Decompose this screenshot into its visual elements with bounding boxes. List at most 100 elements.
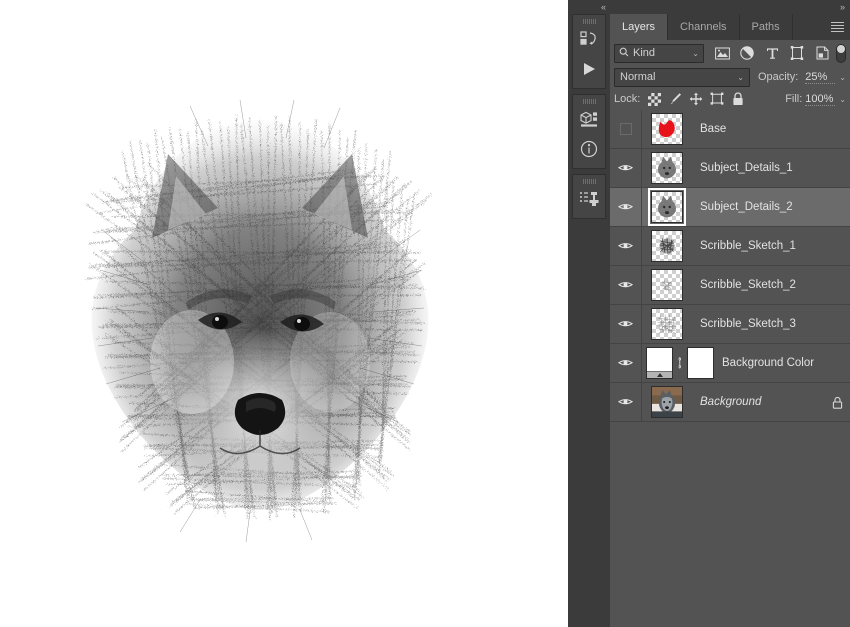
table-row[interactable]: Background	[610, 383, 850, 422]
gradient-slider-icon	[647, 371, 673, 378]
layer-thumbnail-cell[interactable]	[642, 152, 692, 184]
tab-paths[interactable]: Paths	[739, 14, 793, 40]
layer-thumbnail-cell[interactable]	[642, 113, 692, 145]
table-row[interactable]: Scribble_Sketch_2	[610, 266, 850, 305]
table-row[interactable]: Scribble_Sketch_3	[610, 305, 850, 344]
layer-name: Scribble_Sketch_1	[700, 240, 796, 252]
expand-panels-icon[interactable]: «	[601, 2, 606, 12]
eye-icon	[618, 319, 633, 329]
play-icon[interactable]	[573, 54, 605, 84]
smart-object-filter-icon[interactable]	[814, 45, 830, 61]
lock-artboard-nesting-icon[interactable]	[710, 92, 724, 106]
collapse-panel-icon[interactable]: »	[840, 2, 845, 12]
fill-group: Fill: 100% ⌄	[781, 93, 846, 106]
layer-thumbnail-cell[interactable]	[642, 230, 692, 262]
chevron-down-icon: ⌄	[692, 48, 699, 58]
layers-list: Base Subject_Details_1 Subject_Details_2…	[610, 110, 850, 422]
adjustment-layer-filter-icon[interactable]	[739, 45, 755, 61]
eye-icon	[618, 358, 633, 368]
table-row[interactable]: Background Color	[610, 344, 850, 383]
eye-icon	[618, 163, 633, 173]
layer-thumbnail-cell[interactable]	[642, 386, 692, 418]
table-row[interactable]: Base	[610, 110, 850, 149]
lock-image-pixels-icon[interactable]	[668, 92, 682, 106]
lock-transparent-pixels-icon[interactable]	[647, 92, 661, 106]
table-row[interactable]: Scribble_Sketch_1	[610, 227, 850, 266]
eye-icon	[618, 397, 633, 407]
layer-thumbnail	[651, 386, 683, 418]
clone-source-icon[interactable]	[573, 184, 605, 214]
dock-header: «	[568, 0, 610, 14]
search-icon	[619, 47, 629, 60]
layer-name: Background	[700, 396, 762, 408]
table-row[interactable]: Subject_Details_2	[610, 188, 850, 227]
layer-name: Scribble_Sketch_3	[700, 318, 796, 330]
hamburger-menu-icon[interactable]	[824, 14, 850, 40]
gradient-fill-thumbnail[interactable]	[646, 347, 674, 379]
fill-field[interactable]: 100% ⌄	[805, 93, 846, 106]
blend-mode-value: Normal	[620, 71, 656, 83]
layer-thumbnail	[651, 308, 683, 340]
document-canvas[interactable]	[0, 0, 568, 627]
type-layer-filter-icon[interactable]	[764, 45, 780, 61]
layer-thumbnail	[651, 269, 683, 301]
layer-visibility-toggle[interactable]	[610, 110, 642, 148]
tab-paths-label: Paths	[751, 21, 780, 33]
layer-name: Background Color	[722, 357, 815, 369]
lock-all-icon	[824, 396, 850, 409]
layer-filter-row: Kind ⌄	[610, 40, 850, 66]
dock-grip[interactable]	[573, 95, 605, 104]
tab-channels[interactable]: Channels	[668, 14, 740, 40]
fill-layer-thumbnails[interactable]	[642, 347, 714, 379]
layer-type-filters	[714, 45, 830, 61]
lock-all-icon[interactable]	[731, 92, 745, 106]
eye-off-icon	[619, 123, 632, 135]
history-icon[interactable]	[573, 24, 605, 54]
layer-visibility-toggle[interactable]	[610, 266, 642, 304]
opacity-value: 25%	[805, 71, 836, 84]
layer-visibility-toggle[interactable]	[610, 383, 642, 421]
table-row[interactable]: Subject_Details_1	[610, 149, 850, 188]
layer-visibility-toggle[interactable]	[610, 227, 642, 265]
blend-mode-select[interactable]: Normal ⌄	[614, 67, 750, 87]
pixel-layer-filter-icon[interactable]	[714, 45, 730, 61]
lock-position-icon[interactable]	[689, 92, 703, 106]
lock-row: Lock: Fill: 100% ⌄	[610, 88, 850, 110]
shape-layer-filter-icon[interactable]	[789, 45, 805, 61]
eye-icon	[618, 241, 633, 251]
layer-visibility-toggle[interactable]	[610, 305, 642, 343]
tab-layers-label: Layers	[622, 21, 656, 33]
layer-kind-select[interactable]: Kind ⌄	[614, 43, 704, 63]
tabbar-spacer	[792, 14, 824, 40]
layer-thumbnail-cell[interactable]	[642, 308, 692, 340]
layer-thumbnail-cell[interactable]	[642, 188, 692, 226]
layers-panel: » Layers Channels Paths Kind ⌄ Normal ⌄ …	[610, 0, 850, 627]
layer-thumbnail-cell[interactable]	[642, 269, 692, 301]
tab-layers[interactable]: Layers	[610, 14, 669, 40]
3d-icon[interactable]	[573, 104, 605, 134]
collapsed-panel-dock: «	[568, 0, 610, 627]
layer-thumbnail	[648, 188, 686, 226]
photoshop-window: « » Layers Channels Paths Kind ⌄ Normal …	[0, 0, 850, 627]
chevron-down-icon[interactable]: ⌄	[839, 95, 846, 104]
chevron-down-icon[interactable]: ⌄	[839, 73, 846, 82]
link-mask-icon[interactable]	[676, 357, 684, 369]
layer-filter-toggle[interactable]	[836, 43, 846, 63]
layer-visibility-toggle[interactable]	[610, 188, 642, 226]
layer-visibility-toggle[interactable]	[610, 344, 642, 382]
layer-thumbnail	[651, 113, 683, 145]
dock-grip[interactable]	[573, 15, 605, 24]
info-icon[interactable]	[573, 134, 605, 164]
layer-name: Subject_Details_2	[700, 201, 793, 213]
eye-icon	[618, 202, 633, 212]
dock-grip[interactable]	[573, 175, 605, 184]
layer-kind-label: Kind	[633, 47, 656, 59]
opacity-label: Opacity:	[757, 71, 799, 83]
layer-visibility-toggle[interactable]	[610, 149, 642, 187]
fill-label: Fill:	[785, 93, 803, 105]
fill-value: 100%	[805, 92, 836, 106]
opacity-field[interactable]: 25% ⌄	[805, 71, 846, 84]
panel-topbar: »	[610, 0, 850, 14]
layer-mask-thumbnail[interactable]	[686, 347, 714, 379]
blend-mode-row: Normal ⌄ Opacity: 25% ⌄	[610, 66, 850, 88]
